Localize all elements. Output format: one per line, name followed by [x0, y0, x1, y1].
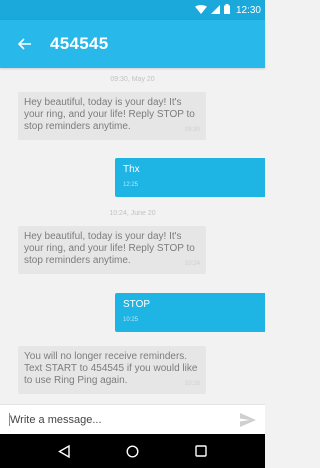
- message-text: Hey beautiful, today is your day! It's y…: [24, 231, 195, 266]
- home-circle-icon: [126, 444, 139, 458]
- conversation-title: 454545: [50, 34, 109, 53]
- message-time: 10:26: [184, 381, 200, 387]
- message-time: 10:24: [184, 261, 200, 267]
- message-thread[interactable]: 09:30, May 20 Hey beautiful, today is yo…: [0, 68, 265, 404]
- incoming-message[interactable]: You will no longer receive reminders. Te…: [18, 346, 206, 394]
- battery-icon: [223, 1, 230, 19]
- message-text: STOP: [123, 299, 151, 310]
- recents-square-icon: [195, 445, 207, 457]
- date-separator: 10:24, June 20: [109, 210, 156, 217]
- back-button[interactable]: [4, 20, 44, 68]
- nav-back-button[interactable]: [49, 436, 79, 466]
- message-text: Hey beautiful, today is your day! It's y…: [24, 97, 195, 132]
- send-button[interactable]: [231, 405, 265, 435]
- app-bar: 454545: [0, 20, 265, 68]
- nav-recents-button[interactable]: [186, 436, 216, 466]
- incoming-message[interactable]: Hey beautiful, today is your day! It's y…: [18, 226, 206, 274]
- date-separator: 09:30, May 20: [110, 76, 155, 83]
- status-bar: 12:30: [0, 0, 265, 20]
- message-text: You will no longer receive reminders. Te…: [24, 351, 198, 386]
- text-cursor: [9, 413, 10, 426]
- message-input[interactable]: [0, 405, 231, 434]
- send-icon: [240, 412, 256, 427]
- message-composer: [0, 404, 265, 434]
- outgoing-message[interactable]: STOP 10:25: [115, 293, 265, 332]
- system-nav-bar: [0, 434, 265, 468]
- signal-icon: [210, 1, 220, 19]
- nav-home-button[interactable]: [117, 436, 147, 466]
- status-time: 12:30: [235, 4, 261, 16]
- arrow-left-icon: [17, 38, 31, 50]
- incoming-message[interactable]: Hey beautiful, today is your day! It's y…: [18, 92, 206, 140]
- message-time: 12:25: [123, 182, 139, 188]
- message-time: 10:25: [123, 317, 139, 323]
- message-text: Thx: [123, 164, 140, 175]
- back-triangle-icon: [58, 444, 70, 458]
- message-time: 09:30: [184, 127, 200, 133]
- wifi-icon: [194, 1, 207, 19]
- outgoing-message[interactable]: Thx 12:25: [115, 158, 265, 197]
